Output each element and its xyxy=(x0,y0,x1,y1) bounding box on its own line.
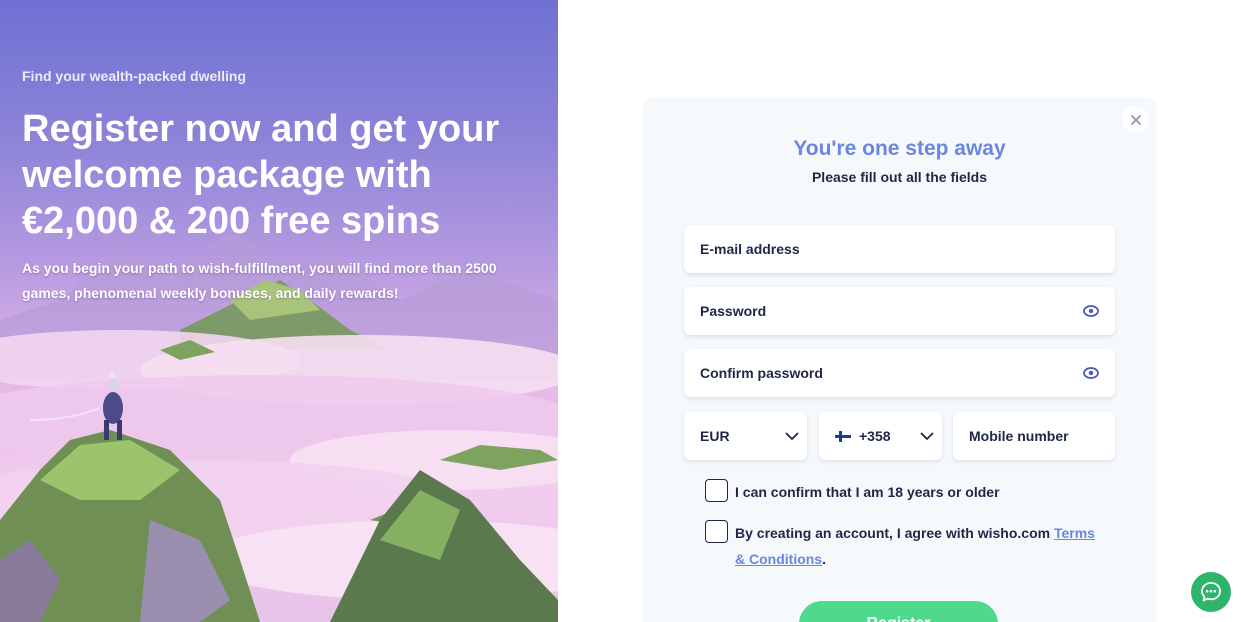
chevron-down-icon xyxy=(785,432,799,441)
terms-prefix: By creating an account, I agree with wis… xyxy=(735,525,1054,541)
age-confirm-row: I can confirm that I am 18 years or olde… xyxy=(705,479,1000,505)
chevron-down-icon xyxy=(920,432,934,441)
hero-panel: Find your wealth-packed dwelling Registe… xyxy=(0,0,558,622)
mountain-landscape-illustration xyxy=(0,230,558,622)
hero-subtext: As you begin your path to wish-fulfillme… xyxy=(22,260,497,301)
terms-label: By creating an account, I agree with wis… xyxy=(735,520,1095,572)
hero-eyebrow: Find your wealth-packed dwelling xyxy=(22,68,247,84)
phone-code-select[interactable]: +358 xyxy=(819,412,942,460)
form-subtitle: Please fill out all the fields xyxy=(811,169,988,185)
terms-row: By creating an account, I agree with wis… xyxy=(705,520,1095,572)
mobile-placeholder: Mobile number xyxy=(969,428,1069,444)
eye-icon[interactable] xyxy=(1083,303,1099,319)
close-icon xyxy=(1130,114,1141,125)
chat-bubble-icon xyxy=(1201,582,1221,602)
terms-checkbox[interactable] xyxy=(705,520,728,543)
email-field[interactable]: E-mail address xyxy=(684,225,1115,273)
register-button[interactable]: Register xyxy=(799,601,998,622)
close-button[interactable] xyxy=(1122,106,1149,133)
currency-select[interactable]: EUR xyxy=(684,412,807,460)
mobile-number-field[interactable]: Mobile number xyxy=(953,412,1115,460)
phone-code-value: +358 xyxy=(859,428,891,444)
password-field[interactable]: Password xyxy=(684,287,1115,335)
eye-icon[interactable] xyxy=(1083,365,1099,381)
password-placeholder: Password xyxy=(700,303,767,319)
email-placeholder: E-mail address xyxy=(700,241,800,257)
age-confirm-label: I can confirm that I am 18 years or olde… xyxy=(735,484,1000,500)
confirm-password-placeholder: Confirm password xyxy=(700,365,823,381)
form-title: You're one step away xyxy=(793,137,1006,160)
age-confirm-checkbox[interactable] xyxy=(705,479,728,502)
terms-suffix: . xyxy=(822,551,826,567)
chat-button[interactable] xyxy=(1191,572,1231,612)
finland-flag-icon xyxy=(835,430,851,442)
hero-headline: Register now and get your welcome packag… xyxy=(22,108,500,242)
currency-value: EUR xyxy=(700,428,730,444)
confirm-password-field[interactable]: Confirm password xyxy=(684,349,1115,397)
